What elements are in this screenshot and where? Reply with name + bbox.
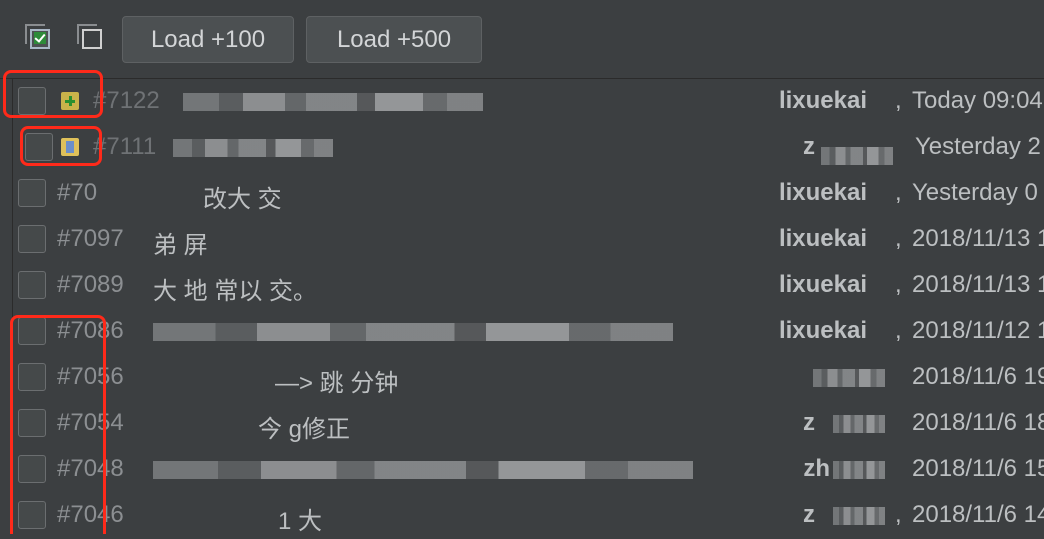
revision-date: Yesterday 0: [912, 179, 1038, 206]
revision-author: lixuekai: [778, 87, 867, 114]
revision-author: zh: [803, 455, 830, 482]
revision-date: Today 09:04: [912, 87, 1043, 114]
list-item[interactable]: #7046 1 大 z , 2018/11/6 14: [13, 493, 1044, 539]
revision-author: z: [803, 133, 815, 160]
blurred-text: [821, 147, 893, 165]
blurred-author: [813, 369, 885, 387]
blurred-text: [173, 138, 333, 157]
row-checkbox[interactable]: [18, 271, 46, 299]
revision-date: 2018/11/6 14: [912, 501, 1044, 528]
comma-separator: ,: [895, 225, 902, 252]
comma-separator: ,: [895, 87, 902, 114]
load-100-button[interactable]: Load +100: [122, 16, 294, 63]
annotation-highlight-box: [10, 315, 106, 534]
list-item[interactable]: #7097 弟 屏 lixuekai , 2018/11/13 1: [13, 217, 1044, 263]
revision-date: 2018/11/6 18: [912, 409, 1044, 436]
revision-date: 2018/11/6 15: [912, 455, 1044, 482]
revision-description: 改大 交: [203, 186, 282, 213]
comma-separator: ,: [895, 317, 902, 344]
revision-date: Yesterday 2: [915, 133, 1041, 160]
blurred-text: [833, 415, 885, 433]
revision-number: #7089: [57, 271, 124, 298]
checkbox-checked-icon: [34, 32, 46, 44]
revision-author: lixuekai: [778, 271, 867, 298]
comma-separator: ,: [895, 501, 902, 528]
blurred-text: [153, 460, 693, 479]
revision-number: #7097: [57, 225, 124, 252]
list-item[interactable]: #7089 大 地 常以 交。 lixuekai , 2018/11/13 1: [13, 263, 1044, 309]
row-checkbox[interactable]: [18, 179, 46, 207]
revision-description: [153, 317, 673, 345]
checkbox-unchecked-icon: [77, 24, 97, 44]
annotation-highlight-box: [20, 126, 102, 166]
comma-separator: ,: [895, 179, 902, 206]
revision-author: lixuekai: [778, 179, 867, 206]
list-item[interactable]: #7056 —> 跳 分钟 2018/11/6 19: [13, 355, 1044, 401]
revision-description: 大 地 常以 交。: [153, 278, 318, 305]
list-item[interactable]: #7111 z Yesterday 2: [13, 125, 1044, 171]
select-all-checkbox[interactable]: [25, 24, 50, 49]
revision-author: lixuekai: [778, 317, 867, 344]
blurred-text: [153, 322, 673, 341]
revision-description: [173, 133, 333, 161]
revision-description: —> 跳 分钟: [275, 370, 399, 397]
deselect-all-checkbox[interactable]: [77, 24, 102, 49]
revision-description: 弟 屏: [153, 232, 208, 259]
annotation-highlight-box: [3, 70, 103, 118]
revision-date: 2018/11/6 19: [912, 363, 1044, 390]
list-item[interactable]: #7048 zh 2018/11/6 15: [13, 447, 1044, 493]
toolbar: Load +100 Load +500: [0, 0, 1044, 79]
revision-description: [153, 455, 693, 483]
list-item[interactable]: #7122 lixuekai , Today 09:04: [13, 79, 1044, 125]
revision-description: 1 大: [278, 508, 323, 535]
revision-author: z: [803, 501, 815, 528]
revision-date: 2018/11/13 1: [912, 225, 1044, 252]
row-checkbox[interactable]: [18, 225, 46, 253]
revision-author: lixuekai: [778, 225, 867, 252]
blurred-text: [833, 461, 885, 479]
list-item[interactable]: #70 改大 交 lixuekai , Yesterday 0: [13, 171, 1044, 217]
comma-separator: ,: [895, 271, 902, 298]
revision-description: 今 g修正: [258, 416, 351, 443]
revision-date: 2018/11/13 1: [912, 271, 1044, 298]
revision-date: 2018/11/12 1: [912, 317, 1044, 344]
revision-author: z: [803, 409, 815, 436]
revision-list: #7122 lixuekai , Today 09:04 #7111 z Yes…: [12, 79, 1044, 535]
revision-description: [183, 87, 483, 115]
revision-number: #70: [57, 179, 98, 206]
blurred-text: [183, 92, 483, 111]
revision-number: #7111: [93, 133, 157, 160]
revision-number: #7122: [93, 87, 160, 114]
load-500-button[interactable]: Load +500: [306, 16, 482, 63]
blurred-text: [833, 507, 885, 525]
list-item[interactable]: #7054 今 g修正 z 2018/11/6 18: [13, 401, 1044, 447]
list-item[interactable]: #7086 lixuekai , 2018/11/12 1: [13, 309, 1044, 355]
